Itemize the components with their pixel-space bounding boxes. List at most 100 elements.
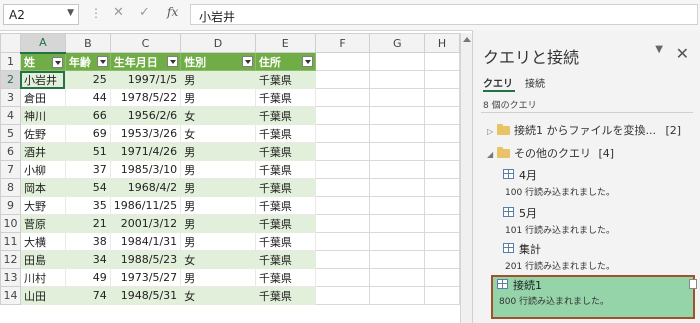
- column-header[interactable]: B: [64, 33, 111, 53]
- filter-dropdown-icon[interactable]: [51, 56, 63, 68]
- filter-dropdown-icon[interactable]: [301, 56, 313, 67]
- cell[interactable]: 1971/4/26: [109, 142, 182, 161]
- cell[interactable]: [424, 178, 460, 197]
- query-group-other[interactable]: ◢ その他のクエリ [4]: [487, 145, 614, 161]
- cell[interactable]: [369, 232, 426, 251]
- cell[interactable]: [424, 52, 460, 71]
- cell[interactable]: 男: [180, 232, 256, 251]
- cell[interactable]: [369, 160, 426, 179]
- chevron-down-icon[interactable]: ▼: [655, 44, 663, 55]
- cell[interactable]: [424, 250, 460, 269]
- cell[interactable]: 千葉県: [254, 250, 316, 269]
- cell[interactable]: 21: [64, 214, 111, 233]
- cell[interactable]: 酒井: [19, 142, 66, 161]
- table-header-cell[interactable]: 生年月日: [109, 52, 182, 71]
- cell[interactable]: 女: [180, 124, 256, 143]
- cell[interactable]: [369, 286, 426, 305]
- cell[interactable]: 千葉県: [254, 70, 316, 89]
- column-header[interactable]: E: [254, 33, 316, 53]
- cell[interactable]: 38: [64, 232, 111, 251]
- cell[interactable]: 千葉県: [254, 124, 316, 143]
- cell[interactable]: 千葉県: [254, 178, 316, 197]
- insert-function-icon[interactable]: fx: [167, 5, 178, 19]
- cell[interactable]: 千葉県: [254, 232, 316, 251]
- column-header[interactable]: G: [369, 33, 426, 53]
- cell[interactable]: 69: [64, 124, 111, 143]
- cell[interactable]: 1968/4/2: [109, 178, 182, 197]
- cell[interactable]: [424, 88, 460, 107]
- name-box[interactable]: A2 ▼: [3, 4, 79, 25]
- row-header[interactable]: 10: [0, 214, 21, 233]
- cell[interactable]: 千葉県: [254, 196, 316, 215]
- cell[interactable]: 34: [64, 250, 111, 269]
- formula-input[interactable]: 小岩井: [190, 4, 698, 25]
- row-header[interactable]: 11: [0, 232, 21, 251]
- cell[interactable]: [314, 52, 371, 71]
- cell[interactable]: 千葉県: [254, 88, 316, 107]
- cell[interactable]: 菅原: [19, 214, 66, 233]
- query-group-transform[interactable]: ▷ 接続1 からファイルを変換... [2]: [487, 122, 681, 138]
- query-item[interactable]: 5月 101 行読み込まれました。: [497, 204, 693, 244]
- cell[interactable]: 山田: [19, 286, 66, 305]
- scroll-up-icon[interactable]: [463, 37, 471, 42]
- row-header[interactable]: 3: [0, 88, 21, 107]
- cell[interactable]: 1997/1/5: [109, 70, 182, 89]
- cell[interactable]: 岡本: [19, 178, 66, 197]
- cell[interactable]: 74: [64, 286, 111, 305]
- cell[interactable]: 男: [180, 70, 256, 89]
- cell[interactable]: 1973/5/27: [109, 268, 182, 287]
- cell[interactable]: [314, 160, 371, 179]
- cell[interactable]: [369, 106, 426, 125]
- cell[interactable]: [369, 196, 426, 215]
- cell[interactable]: [424, 286, 460, 305]
- cell[interactable]: [424, 124, 460, 143]
- cell[interactable]: [314, 124, 371, 143]
- query-item[interactable]: 4月 100 行読み込まれました。: [497, 166, 693, 206]
- filter-dropdown-icon[interactable]: [241, 56, 253, 67]
- chevron-down-icon[interactable]: ◢: [487, 150, 495, 159]
- filter-dropdown-icon[interactable]: [167, 56, 179, 67]
- cell[interactable]: 男: [180, 268, 256, 287]
- column-header[interactable]: D: [180, 33, 256, 53]
- cell[interactable]: 1978/5/22: [109, 88, 182, 107]
- cell[interactable]: [424, 232, 460, 251]
- query-item[interactable]: 集計 201 行読み込まれました。: [497, 240, 693, 280]
- cell[interactable]: 川村: [19, 268, 66, 287]
- cancel-icon[interactable]: ✕: [113, 5, 124, 20]
- column-header[interactable]: A: [19, 33, 66, 54]
- cell[interactable]: 54: [64, 178, 111, 197]
- cell[interactable]: 44: [64, 88, 111, 107]
- table-header-cell[interactable]: 姓: [19, 52, 66, 71]
- cell[interactable]: [369, 214, 426, 233]
- cell[interactable]: 35: [64, 196, 111, 215]
- cell[interactable]: 男: [180, 214, 256, 233]
- cell[interactable]: 51: [64, 142, 111, 161]
- cell[interactable]: 2001/3/12: [109, 214, 182, 233]
- cell[interactable]: [369, 124, 426, 143]
- cell[interactable]: [314, 142, 371, 161]
- row-header[interactable]: 12: [0, 250, 21, 269]
- cell[interactable]: 49: [64, 268, 111, 287]
- cell[interactable]: 佐野: [19, 124, 66, 143]
- chevron-right-icon[interactable]: ▷: [487, 127, 495, 136]
- cell[interactable]: 田島: [19, 250, 66, 269]
- cell[interactable]: 千葉県: [254, 106, 316, 125]
- cell[interactable]: 小柳: [19, 160, 66, 179]
- row-header[interactable]: 7: [0, 160, 21, 179]
- row-header[interactable]: 6: [0, 142, 21, 161]
- more-dots-icon[interactable]: ⋮: [90, 6, 102, 20]
- cell[interactable]: [369, 52, 426, 71]
- peek-icon[interactable]: [689, 279, 697, 289]
- row-header[interactable]: 14: [0, 286, 21, 305]
- cell[interactable]: 1948/5/31: [109, 286, 182, 305]
- cell[interactable]: 千葉県: [254, 160, 316, 179]
- tab-queries[interactable]: クエリ: [483, 75, 513, 90]
- row-header[interactable]: 1: [0, 52, 21, 71]
- cell[interactable]: [314, 196, 371, 215]
- cell[interactable]: 1985/3/10: [109, 160, 182, 179]
- cell[interactable]: 1953/3/26: [109, 124, 182, 143]
- row-header[interactable]: 9: [0, 196, 21, 215]
- chevron-down-icon[interactable]: ▼: [67, 8, 74, 18]
- cell[interactable]: [314, 268, 371, 287]
- cell[interactable]: 千葉県: [254, 142, 316, 161]
